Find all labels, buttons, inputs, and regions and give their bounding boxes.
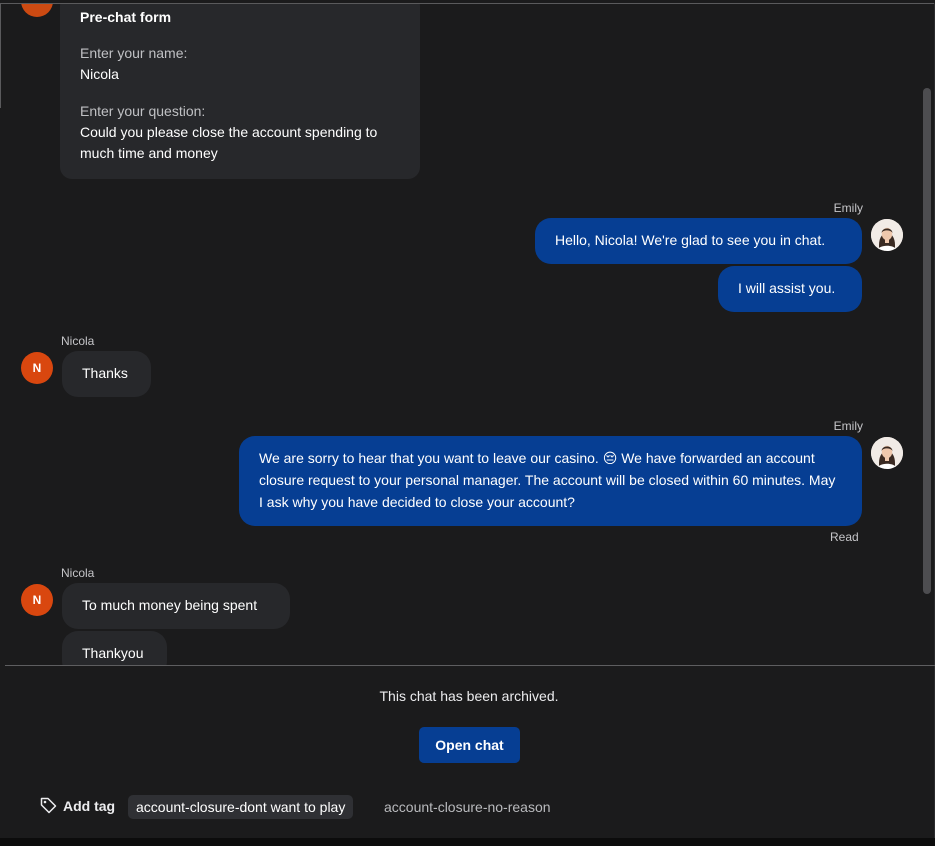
customer-message-bubble: To much money being spent <box>62 583 290 629</box>
window-bottom-border <box>0 838 935 846</box>
open-chat-button[interactable]: Open chat <box>419 727 520 763</box>
tag-icon <box>40 797 57 814</box>
add-tag-button[interactable]: Add tag <box>40 797 115 814</box>
customer-avatar <box>21 4 53 17</box>
archived-notice: This chat has been archived. <box>379 688 559 704</box>
agent-sender-name: Emily <box>833 201 863 215</box>
agent-message-bubble: I will assist you. <box>718 266 862 312</box>
read-status: Read <box>830 530 859 544</box>
agent-message-bubble: We are sorry to hear that you want to le… <box>239 436 862 526</box>
add-tag-label: Add tag <box>63 797 116 814</box>
prechat-title: Pre-chat form <box>80 9 172 25</box>
message-text: We are sorry to hear that you want to le… <box>259 450 599 466</box>
chat-scrollbar[interactable] <box>923 88 931 594</box>
customer-sender-name: Nicola <box>61 334 95 348</box>
chat-transcript[interactable]: Pre-chat form Enter your name: Nicola En… <box>0 4 935 665</box>
agent-avatar <box>871 437 903 469</box>
customer-message-bubble: Thankyou <box>62 631 167 665</box>
agent-sender-name: Emily <box>833 419 863 433</box>
question-value: Could you please close the account spend… <box>80 124 378 161</box>
customer-sender-name: Nicola <box>61 566 95 580</box>
prechat-form-card: Pre-chat form Enter your name: Nicola En… <box>60 4 420 179</box>
agent-avatar <box>871 219 903 251</box>
question-label: Enter your question: <box>80 103 206 119</box>
customer-avatar: N <box>21 352 53 384</box>
agent-photo-icon <box>871 219 903 251</box>
tag-chip[interactable]: account-closure-no-reason <box>376 795 559 819</box>
name-label: Enter your name: <box>80 45 188 61</box>
tag-chip[interactable]: account-closure-dont want to play <box>128 795 354 819</box>
name-value: Nicola <box>80 66 119 82</box>
agent-photo-icon <box>871 437 903 469</box>
footer-divider <box>5 665 935 666</box>
agent-message-bubble: Hello, Nicola! We're glad to see you in … <box>535 218 862 264</box>
pensive-face-emoji: 😔 <box>602 450 618 466</box>
customer-avatar: N <box>21 584 53 616</box>
customer-message-bubble: Thanks <box>62 351 151 397</box>
